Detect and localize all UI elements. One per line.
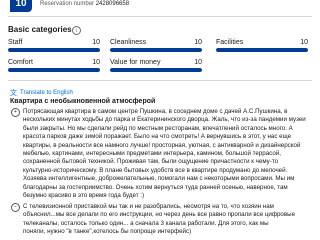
positive-review-text: Потрясающая квартира в самом центре Пушк… [23, 108, 315, 200]
divider [8, 16, 312, 17]
review-text-line: безумно красиво в это время года будет :… [23, 192, 145, 200]
translate-icon: 文 [10, 90, 17, 97]
review-text-line: красота парков даже зимой поражает. Было… [23, 133, 292, 141]
reservation-label: Reservation number [40, 1, 95, 7]
review-text-line: Хозяева интеллигентные, доброжелательные… [23, 175, 295, 183]
review-header: 10 Reservation number 2428096658 [0, 0, 320, 14]
category-bar [8, 68, 100, 72]
review-text-line: квартиры, в реальности все намного лучше… [23, 141, 301, 149]
category-value-for-money: Value for money 10 [110, 59, 202, 72]
category-label: Comfort [8, 59, 33, 66]
category-bar-fill [8, 48, 100, 52]
category-bar-fill [216, 48, 308, 52]
category-score: 10 [300, 39, 308, 46]
translate-link[interactable]: 文 Translate to English [10, 88, 73, 98]
category-label: Facilities [216, 39, 244, 46]
plus-circle-icon: + [11, 108, 20, 117]
categories-title: Basic categories [8, 25, 72, 34]
minus-circle-icon: − [11, 203, 20, 212]
negative-review: − С телевизионной приставкой мы так и не… [11, 203, 315, 237]
review-text-line: С телевизионной приставкой мы так и не р… [23, 203, 274, 210]
review-text-line: нескольких минутах ходьбы до парка и Ека… [23, 116, 306, 124]
category-staff: Staff 10 [8, 39, 100, 52]
review-text-line: мебелью, картинами, интересными предмета… [23, 150, 281, 158]
review-text-line: были закрыты. Но мы сделали рейд по мест… [23, 124, 293, 132]
info-icon[interactable]: i [72, 26, 81, 35]
category-score: 10 [194, 59, 202, 66]
category-comfort: Comfort 10 [8, 59, 100, 72]
category-score: 10 [92, 59, 100, 66]
negative-review-text: С телевизионной приставкой мы так и не р… [23, 203, 315, 237]
category-bar-fill [110, 48, 202, 52]
review-text-line: Потрясающая квартира в самом центре Пушк… [23, 108, 288, 115]
category-bar [216, 48, 308, 52]
reservation-value: 2428096658 [95, 1, 130, 7]
category-label: Staff [8, 39, 23, 46]
divider [8, 80, 312, 81]
category-bar-fill [8, 68, 100, 72]
category-score: 10 [92, 39, 100, 46]
category-facilities: Facilities 10 [216, 39, 308, 52]
review-text-line: благодарны за гостеприимство. Очень хоти… [23, 183, 288, 191]
review-title: Квартира с необыкновенной атмосферой [10, 98, 156, 105]
category-bar [110, 48, 202, 52]
category-score: 10 [194, 39, 202, 46]
review-text-line: телеканалы, осталось только один... а сн… [23, 219, 269, 227]
review-text-line: объяснил...мы все делали по его инструкц… [23, 211, 296, 219]
review-score-badge: 10 [10, 0, 32, 12]
translate-label: Translate to English [20, 90, 73, 96]
category-bar-fill [110, 68, 202, 72]
review-text-line: поняли, нужно "в танке",котелось бы попр… [23, 228, 192, 236]
category-cleanliness: Cleanliness 10 [110, 39, 202, 52]
category-label: Cleanliness [110, 39, 147, 46]
category-label: Value for money [110, 59, 161, 66]
review-text-line: культурно-историческому. В плане бытовых… [23, 166, 288, 174]
positive-review: + Потрясающая квартира в самом центре Пу… [11, 108, 315, 200]
reservation-number: Reservation number 2428096658 [40, 1, 129, 7]
category-bar [110, 68, 202, 72]
category-bar [8, 48, 100, 52]
review-text-line: сохраненной бытовой техникой. Проживая т… [23, 158, 279, 166]
